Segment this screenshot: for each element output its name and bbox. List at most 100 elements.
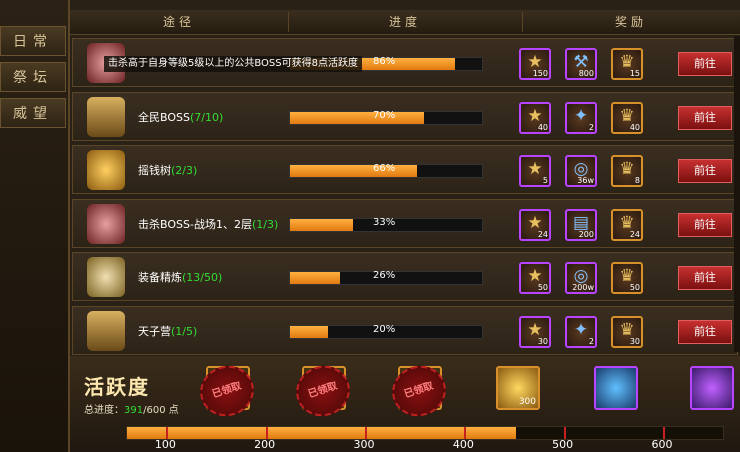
reward-item[interactable]: ♛ 15	[611, 48, 643, 80]
chest-count: 300	[518, 397, 536, 407]
reward-item[interactable]: ◎ 200w	[565, 262, 597, 295]
go-button[interactable]: 前往	[678, 52, 732, 76]
reward-item[interactable]: ♛ 50	[611, 262, 643, 295]
task-count: (1/5)	[171, 325, 198, 338]
reward-count: 2	[588, 122, 594, 132]
task-progress-label: 86%	[373, 56, 396, 67]
reward-count: 30	[629, 337, 640, 346]
money-tree-icon	[87, 150, 125, 191]
header-route: 途径	[162, 15, 195, 29]
reward-count: 5	[542, 176, 548, 186]
reward-item[interactable]: ★ 24	[519, 208, 551, 241]
crossed-swords-icon	[87, 257, 125, 298]
task-label: 天子营	[138, 325, 171, 338]
reward-item[interactable]: ♛ 24	[611, 208, 643, 241]
reward-item[interactable]: ★ 50	[519, 262, 551, 295]
task-row: 装备精炼(13/50) 26% ★ 50 ◎ 200w ♛ 50 前往	[72, 252, 738, 302]
scrollbar[interactable]	[734, 36, 740, 352]
task-count: (7/10)	[189, 110, 224, 124]
purple-dragon-icon[interactable]	[690, 366, 734, 410]
go-button[interactable]: 前往	[678, 320, 732, 344]
task-row: 摇钱树(2/3) 66% ★ 5 ◎ 36w ♛ 8 前往	[72, 145, 738, 195]
blue-dragon-icon[interactable]	[594, 366, 638, 410]
task-name: 摇钱树(2/3)	[138, 162, 197, 178]
activity-total: 总进度：391/600 点	[84, 401, 179, 416]
reward-item[interactable]: ◎ 36w	[565, 155, 597, 188]
reward-item[interactable]: ★ 40	[519, 101, 551, 134]
tab-altar[interactable]: 祭坛	[0, 62, 66, 92]
reward-item[interactable]: ♛ 30	[611, 316, 643, 348]
reward-item[interactable]: ✦ 2	[565, 316, 597, 348]
chest-icon[interactable]: 已领取	[193, 358, 261, 424]
tab-prestige[interactable]: 威望	[0, 98, 66, 128]
task-progress-label: 70%	[373, 109, 396, 121]
header-progress: 进度	[388, 15, 421, 29]
go-button[interactable]: 前往	[678, 105, 732, 130]
task-progress-fill	[290, 111, 425, 124]
milestone-label: 100	[154, 438, 176, 451]
task-label: 击杀BOSS-战场1、2层	[138, 217, 252, 231]
tooltip: 击杀高于自身等级5级以上的公共BOSS可获得8点活跃度	[104, 56, 362, 72]
reward-item[interactable]: ⚒ 800	[565, 48, 597, 80]
total-current: 391	[124, 405, 144, 416]
task-count: (13/50)	[182, 271, 223, 285]
warrior-icon	[87, 96, 125, 137]
task-name: 天子营(1/5)	[138, 323, 197, 339]
task-progress-fill	[290, 218, 354, 231]
reward-item[interactable]: ▤ 200	[565, 208, 597, 241]
gold-ingot-icon[interactable]: 300	[496, 366, 540, 410]
claimed-stamp: 已领取	[385, 358, 453, 424]
reward-count: 200w	[572, 283, 594, 293]
reward-count: 36w	[577, 176, 594, 186]
task-label: 装备精炼	[138, 271, 182, 285]
go-button[interactable]: 前往	[678, 212, 732, 237]
reward-count: 24	[629, 229, 640, 239]
main-panel: 途径 进度 奖励 86% ★ 150 ⚒ 800 ♛ 15 前往 全民BOSS(7/10) 70%…	[70, 0, 740, 452]
claimed-stamp: 已领取	[289, 358, 357, 424]
task-progress-fill	[290, 272, 340, 285]
task-progress-label: 20%	[373, 324, 396, 335]
task-progress-label: 33%	[373, 216, 396, 228]
reward-item[interactable]: ★ 30	[519, 316, 551, 348]
task-count: (1/3)	[251, 217, 279, 231]
side-tab-panel: 日常 祭坛 威望	[0, 0, 70, 452]
task-row: 天子营(1/5) 20% ★ 30 ✦ 2 ♛ 30 前往	[72, 306, 738, 355]
task-progress-label: 66%	[373, 163, 396, 175]
reward-item[interactable]: ♛ 8	[611, 155, 643, 188]
task-row: 全民BOSS(7/10) 70% ★ 40 ✦ 2 ♛ 40 前往	[72, 91, 738, 141]
reward-count: 50	[537, 283, 548, 293]
reward-item[interactable]: ★ 150	[519, 48, 551, 80]
header-reward: 奖励	[614, 15, 647, 29]
reward-count: 2	[588, 337, 594, 346]
reward-count: 50	[629, 283, 640, 293]
chest-icon[interactable]: 已领取	[289, 358, 357, 424]
reward-count: 200	[578, 229, 594, 239]
task-progress-label: 26%	[373, 270, 396, 282]
milestone-label: 400	[452, 438, 474, 451]
total-prefix: 总进度：	[84, 405, 124, 416]
task-row: 击杀BOSS-战场1、2层(1/3) 33% ★ 24 ▤ 200 ♛ 24 前往	[72, 198, 738, 248]
reward-count: 150	[532, 69, 548, 78]
milestone-label: 300	[353, 438, 375, 451]
warrior-icon	[87, 311, 125, 351]
go-button[interactable]: 前往	[678, 159, 732, 184]
claimed-stamp: 已领取	[193, 358, 261, 424]
task-progress-fill	[290, 326, 329, 338]
task-name: 装备精炼(13/50)	[138, 269, 222, 285]
reward-count: 800	[578, 69, 594, 78]
milestone-label: 500	[552, 438, 574, 451]
reward-item[interactable]: ♛ 40	[611, 101, 643, 134]
go-button[interactable]: 前往	[678, 266, 732, 291]
reward-count: 24	[537, 229, 548, 239]
reward-count: 8	[634, 176, 640, 186]
table-header: 途径 进度 奖励	[70, 10, 740, 35]
boss-icon	[87, 203, 125, 244]
reward-count: 40	[629, 122, 640, 132]
task-progress-fill	[290, 165, 417, 178]
reward-count: 40	[537, 122, 548, 132]
reward-item[interactable]: ★ 5	[519, 155, 551, 188]
chest-icon[interactable]: 已领取	[385, 358, 453, 424]
tab-daily[interactable]: 日常	[0, 26, 66, 56]
activity-title: 活跃度	[84, 375, 150, 399]
reward-item[interactable]: ✦ 2	[565, 101, 597, 134]
